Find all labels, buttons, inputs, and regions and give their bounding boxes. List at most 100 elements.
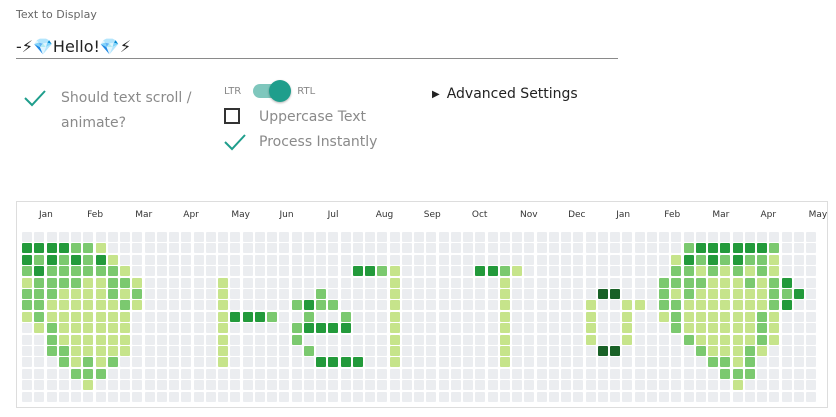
contribution-cell <box>475 323 486 334</box>
contribution-cell <box>414 346 424 356</box>
contribution-cell <box>71 277 81 288</box>
contribution-cell <box>254 277 265 288</box>
contribution-cell <box>610 243 620 254</box>
contribution-cell <box>561 311 571 322</box>
contribution-cell <box>107 300 118 311</box>
contribution-cell <box>193 232 204 242</box>
direction-switch-track[interactable] <box>253 80 292 102</box>
contribution-cell <box>646 300 657 311</box>
contribution-cell <box>597 380 608 391</box>
contribution-cell <box>328 391 339 402</box>
contribution-cell <box>120 277 130 288</box>
contribution-cell <box>46 357 57 368</box>
process-instantly-checkmark-icon[interactable] <box>224 133 246 151</box>
contribution-cell <box>769 300 780 311</box>
contribution-cell <box>218 277 228 288</box>
contribution-cell <box>205 311 216 322</box>
contribution-cell <box>659 346 669 356</box>
contribution-cell <box>512 391 522 402</box>
month-label: May <box>808 210 828 220</box>
advanced-settings-toggle[interactable]: ▶ Advanced Settings <box>432 86 578 102</box>
contribution-cell <box>585 266 596 277</box>
contribution-cell <box>659 368 669 379</box>
contribution-cell <box>536 357 547 368</box>
contribution-cell <box>426 232 437 242</box>
contribution-cell <box>169 357 179 368</box>
contribution-cell <box>254 300 265 311</box>
contribution-cell <box>365 300 375 311</box>
contribution-cell <box>732 232 743 242</box>
contribution-cell <box>524 277 535 288</box>
contribution-cell <box>169 334 179 345</box>
contribution-cell <box>561 323 571 334</box>
contribution-cell <box>144 254 155 265</box>
direction-toggle[interactable]: LTR RTL <box>224 80 315 102</box>
contribution-cell <box>512 243 522 254</box>
contribution-cell <box>622 368 633 379</box>
contribution-cell <box>254 311 265 322</box>
contribution-cell <box>132 277 143 288</box>
contribution-cell <box>793 334 804 345</box>
contribution-cell <box>646 311 657 322</box>
contribution-graph: Jan Feb Mar Apr May Jun Jul Aug Sep Oct Nov Dec Jan F… <box>16 201 828 408</box>
contribution-cell <box>58 300 69 311</box>
contribution-cell <box>659 380 669 391</box>
contribution-cell <box>683 289 694 299</box>
contribution-cell <box>757 266 767 277</box>
contribution-cell <box>156 232 167 242</box>
contribution-cell <box>426 380 437 391</box>
contribution-cell <box>303 289 314 299</box>
contribution-cell <box>561 254 571 265</box>
contribution-cell <box>475 368 486 379</box>
contribution-cell <box>340 266 351 277</box>
contribution-cell <box>58 277 69 288</box>
contribution-cell <box>279 323 290 334</box>
contribution-cell <box>242 334 253 345</box>
contribution-cell <box>524 289 535 299</box>
contribution-cell <box>46 346 57 356</box>
contribution-cell <box>144 243 155 254</box>
contribution-cell <box>659 357 669 368</box>
process-instantly-option[interactable]: Process Instantly <box>224 130 377 155</box>
contribution-cell <box>659 300 669 311</box>
contribution-cell <box>46 323 57 334</box>
contribution-cell <box>622 380 633 391</box>
contribution-cell <box>806 391 816 402</box>
contribution-cell <box>389 311 400 322</box>
contribution-cell <box>267 243 277 254</box>
contribution-cell <box>487 346 498 356</box>
contribution-cell <box>352 357 363 368</box>
contribution-cell <box>401 300 412 311</box>
contribution-cell <box>524 380 535 391</box>
uppercase-checkbox[interactable] <box>224 108 240 124</box>
contribution-cell <box>683 311 694 322</box>
contribution-cell <box>720 311 731 322</box>
contribution-cell <box>340 243 351 254</box>
contribution-cell <box>806 311 816 322</box>
contribution-cell <box>499 289 510 299</box>
contribution-cell <box>524 266 535 277</box>
scroll-checkmark-icon[interactable] <box>24 89 46 107</box>
scroll-option[interactable]: Should text scroll / animate? <box>24 86 191 136</box>
contribution-cell <box>806 368 816 379</box>
contribution-cell <box>438 368 449 379</box>
direction-switch-knob[interactable] <box>269 80 292 102</box>
contribution-cell <box>487 266 498 277</box>
contribution-cell <box>732 254 743 265</box>
contribution-cell <box>769 368 780 379</box>
uppercase-option[interactable]: Uppercase Text <box>224 105 366 130</box>
contribution-cell <box>463 232 473 242</box>
contribution-cell <box>95 243 106 254</box>
contribution-cell <box>340 232 351 242</box>
text-to-display-input[interactable] <box>16 34 618 59</box>
contribution-cell <box>316 346 326 356</box>
contribution-cell <box>120 254 130 265</box>
contribution-cell <box>340 391 351 402</box>
contribution-cell <box>279 334 290 345</box>
contribution-cell <box>340 334 351 345</box>
contribution-cell <box>744 266 755 277</box>
contribution-cell <box>230 254 241 265</box>
contribution-cell <box>610 311 620 322</box>
contribution-cell <box>132 289 143 299</box>
contribution-cell <box>536 232 547 242</box>
